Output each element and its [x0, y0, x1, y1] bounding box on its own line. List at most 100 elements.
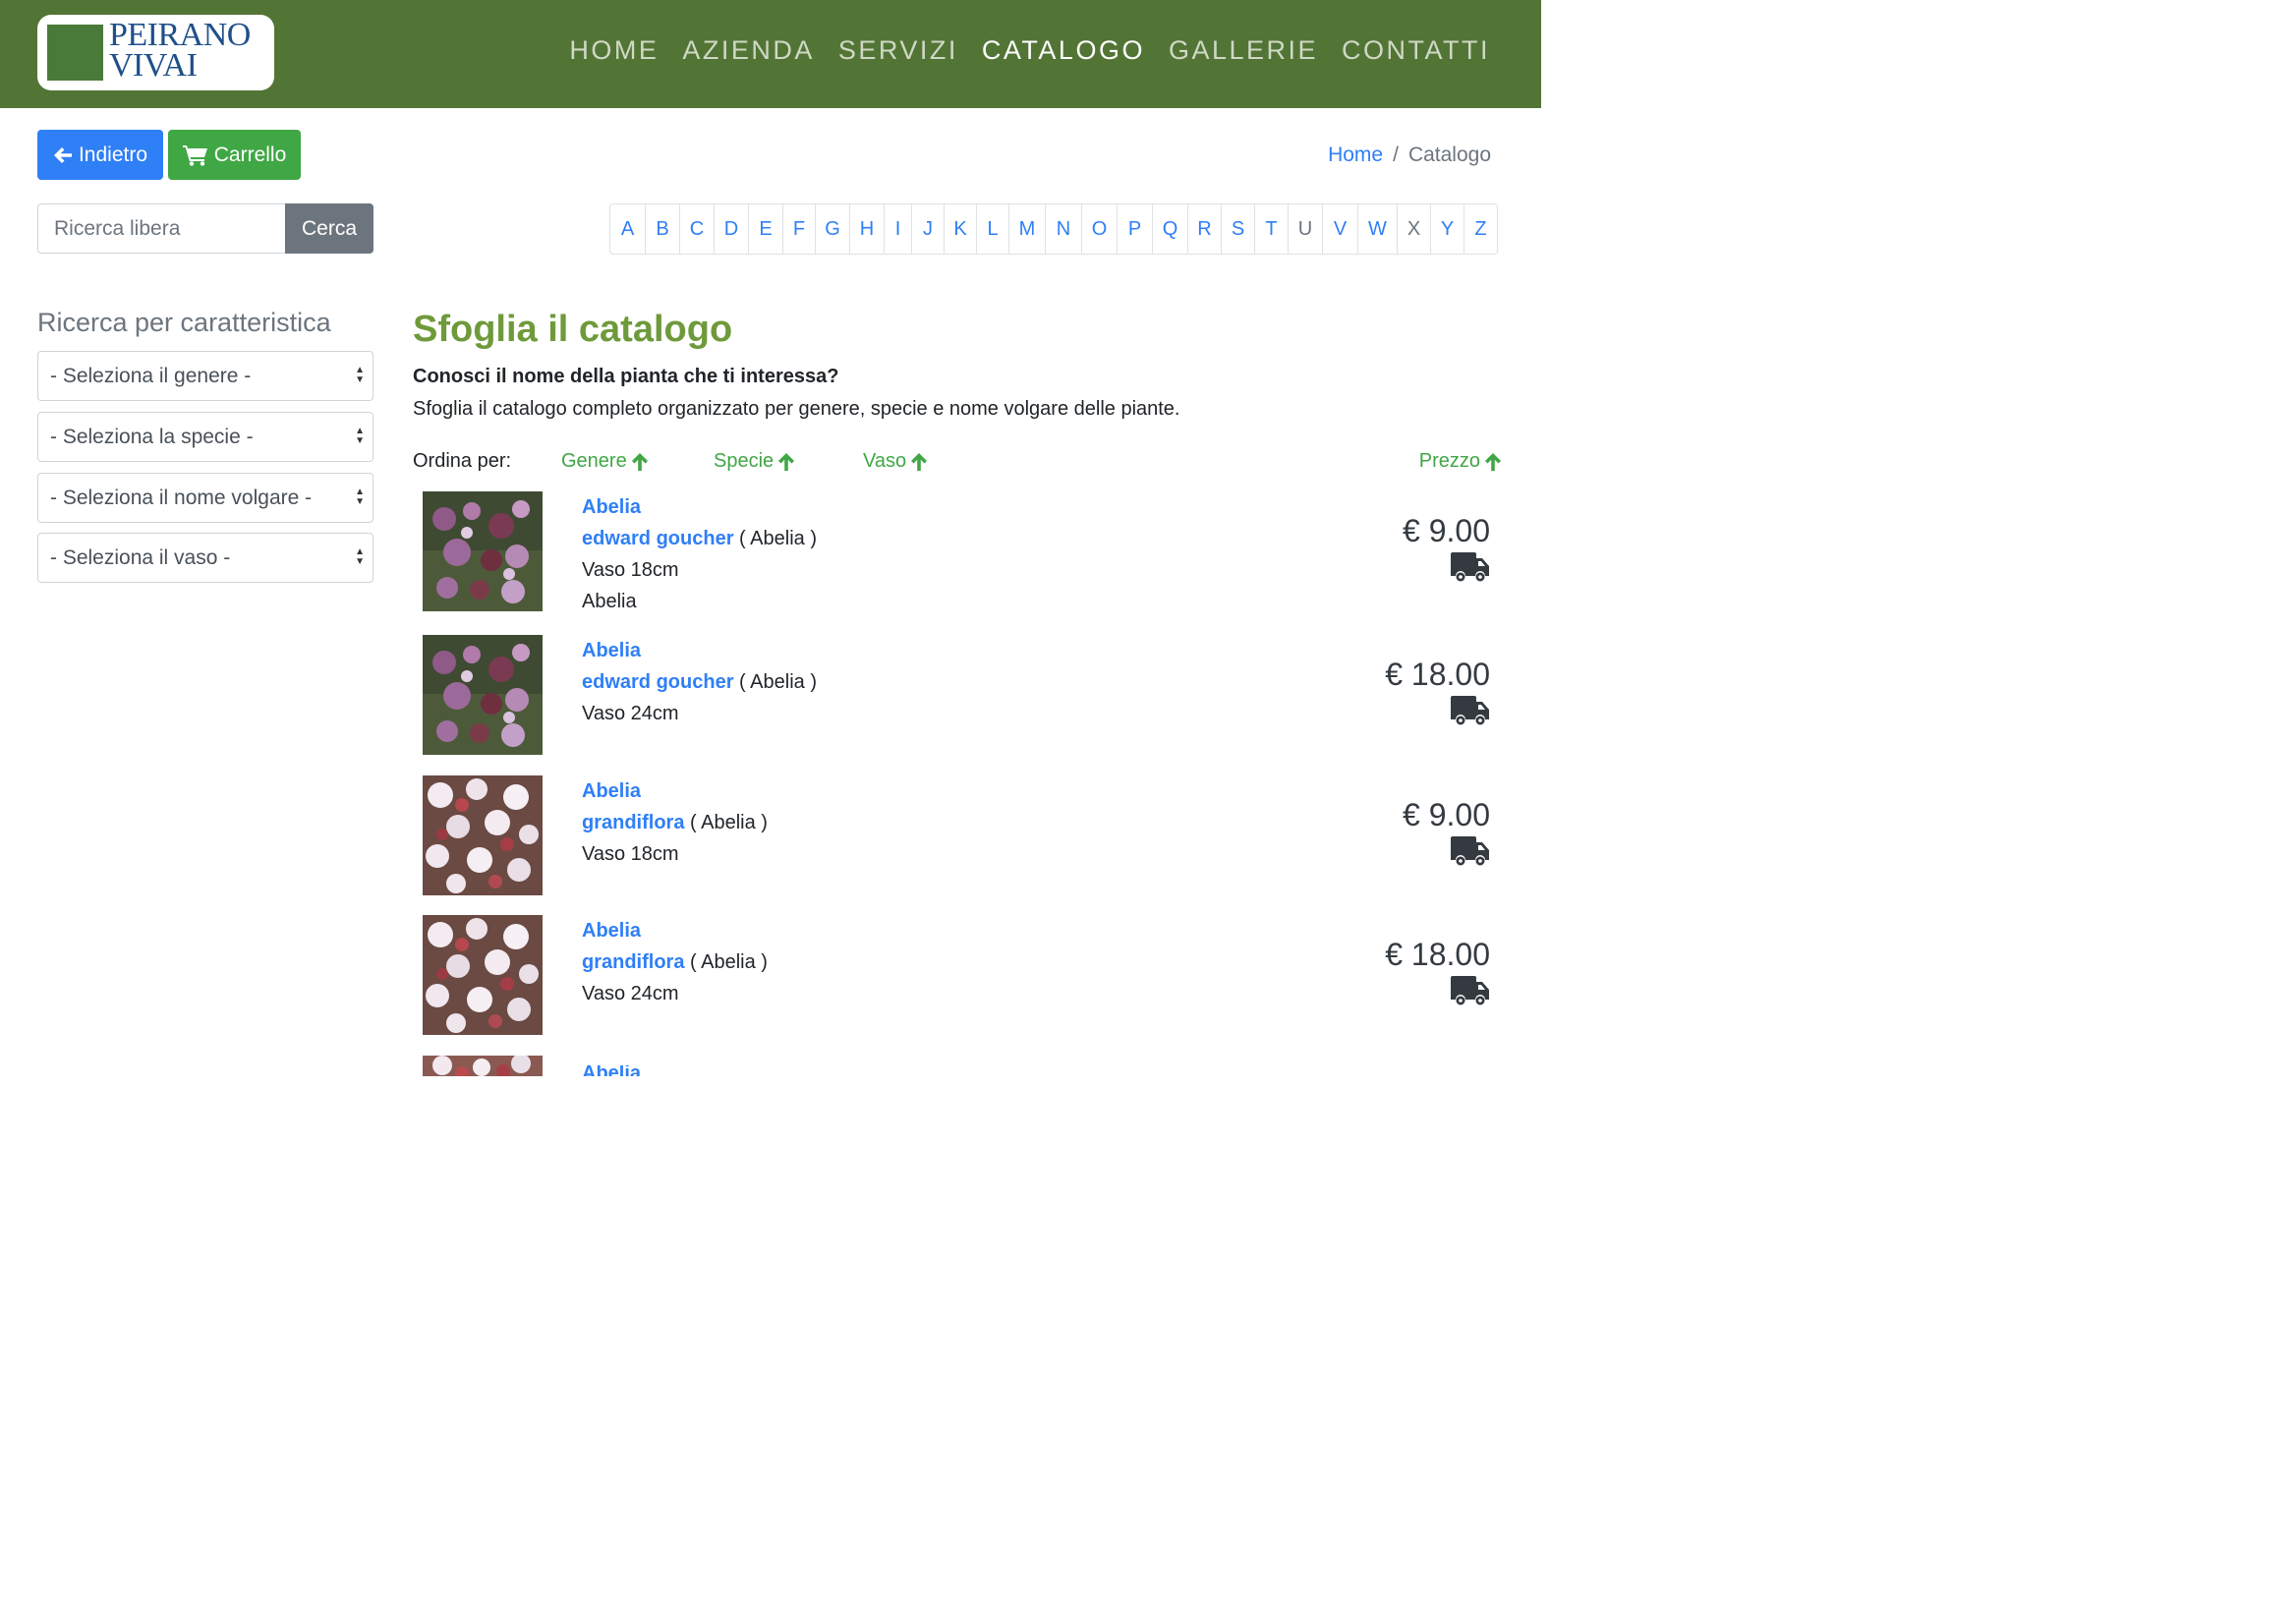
sort-genere-label: Genere	[561, 450, 627, 472]
nav-azienda[interactable]: AZIENDA	[682, 35, 815, 66]
breadcrumb-separator: /	[1393, 143, 1399, 166]
letter-k-link[interactable]: K	[944, 204, 976, 254]
product-species-link[interactable]: edward goucher	[582, 671, 733, 693]
product-species-link[interactable]: grandiflora	[582, 812, 684, 833]
arrow-left-icon	[53, 146, 72, 163]
top-header: PEIRANO VIVAI HOME AZIENDA SERVIZI CATAL…	[0, 0, 1541, 108]
alphabet-pagination: ABCDEFGHIJKLMNOPQRSTUVWXYZ	[609, 203, 1498, 255]
select-arrows-icon: ▲ ▼	[355, 487, 365, 507]
product-genus-link[interactable]: Abelia	[582, 775, 768, 807]
letter-v-link[interactable]: V	[1322, 204, 1357, 254]
page-description: Sfoglia il catalogo completo organizzato…	[413, 398, 1180, 420]
breadcrumb-home[interactable]: Home	[1328, 143, 1383, 167]
product-thumbnail-partial[interactable]	[423, 1056, 543, 1076]
letter-o-link[interactable]: O	[1081, 204, 1117, 254]
letter-a-link[interactable]: A	[610, 204, 645, 254]
letter-q-link[interactable]: Q	[1152, 204, 1187, 254]
pot-select-value: - Seleziona il vaso -	[50, 545, 231, 569]
letter-h-link[interactable]: H	[849, 204, 884, 254]
letter-n-link[interactable]: N	[1045, 204, 1081, 254]
back-button-label: Indietro	[78, 143, 148, 166]
letter-p-link[interactable]: P	[1117, 204, 1152, 254]
product-thumbnail[interactable]	[423, 915, 543, 1035]
delivery-truck-icon	[1451, 552, 1489, 582]
product-row: Abelia grandiflora ( Abelia ) Vaso 18cm € 9…	[423, 775, 1502, 895]
nav-gallerie[interactable]: GALLERIE	[1169, 35, 1318, 66]
search-input[interactable]: Ricerca libera	[37, 203, 285, 254]
letter-g-link[interactable]: G	[815, 204, 849, 254]
letter-d-link[interactable]: D	[714, 204, 748, 254]
sort-prezzo[interactable]: Prezzo	[1419, 450, 1502, 473]
page-title: Sfoglia il catalogo	[413, 309, 733, 350]
cart-button[interactable]: Carrello	[168, 130, 301, 180]
genus-select[interactable]: - Seleziona il genere - ▲ ▼	[37, 351, 373, 401]
letter-z-link[interactable]: Z	[1464, 204, 1497, 254]
letter-b-link[interactable]: B	[645, 204, 679, 254]
cart-button-label: Carrello	[213, 143, 287, 166]
sort-genere[interactable]: Genere	[561, 450, 649, 473]
arrow-up-icon	[778, 452, 795, 471]
sort-bar: Ordina per: Genere Specie Vaso Prezzo	[413, 450, 1502, 476]
letter-u-link: U	[1288, 204, 1322, 254]
letter-e-link[interactable]: E	[748, 204, 782, 254]
common-name-select[interactable]: - Seleziona il nome volgare - ▲ ▼	[37, 473, 373, 523]
product-genus-paren: ( Abelia )	[690, 951, 768, 973]
letter-t-link[interactable]: T	[1254, 204, 1288, 254]
plant-photo	[423, 635, 543, 755]
logo[interactable]: PEIRANO VIVAI	[37, 15, 274, 90]
product-genus-link[interactable]: Abelia	[582, 915, 768, 946]
cart-icon	[182, 144, 207, 166]
product-thumbnail[interactable]	[423, 635, 543, 755]
nav-catalogo[interactable]: CATALOGO	[982, 35, 1145, 66]
logo-text: PEIRANO VIVAI	[109, 19, 251, 84]
select-arrows-icon: ▲ ▼	[355, 546, 365, 567]
letter-s-link[interactable]: S	[1221, 204, 1254, 254]
arrow-up-icon	[911, 452, 928, 471]
pot-select[interactable]: - Seleziona il vaso - ▲ ▼	[37, 533, 373, 583]
product-species-link[interactable]: edward goucher	[582, 528, 733, 549]
nav-servizi[interactable]: SERVIZI	[838, 35, 958, 66]
letter-i-link[interactable]: I	[884, 204, 911, 254]
product-genus-link[interactable]: Abelia	[582, 635, 817, 666]
species-select[interactable]: - Seleziona la specie - ▲ ▼	[37, 412, 373, 462]
letter-r-link[interactable]: R	[1187, 204, 1221, 254]
common-name-select-value: - Seleziona il nome volgare -	[50, 486, 313, 509]
arrow-up-icon	[1485, 452, 1501, 471]
sort-specie[interactable]: Specie	[714, 450, 795, 473]
product-common-name: Abelia	[582, 591, 637, 612]
main-nav: HOME AZIENDA SERVIZI CATALOGO GALLERIE C…	[545, 35, 1490, 66]
nav-home[interactable]: HOME	[569, 35, 659, 66]
select-arrows-icon: ▲ ▼	[355, 365, 365, 385]
product-info: Abelia edward goucher ( Abelia ) Vaso 18cm…	[582, 491, 817, 617]
letter-x-link: X	[1397, 204, 1430, 254]
letter-j-link[interactable]: J	[911, 204, 944, 254]
logo-line-2: VIVAI	[109, 47, 198, 84]
sort-vaso-label: Vaso	[863, 450, 907, 472]
sort-specie-label: Specie	[714, 450, 775, 472]
logo-square	[47, 25, 103, 81]
product-species-link[interactable]: grandiflora	[582, 951, 684, 973]
letter-w-link[interactable]: W	[1357, 204, 1397, 254]
product-genus-partial-text[interactable]: Abelia	[582, 1065, 651, 1076]
delivery-truck-icon	[1451, 976, 1489, 1005]
letter-y-link[interactable]: Y	[1430, 204, 1464, 254]
product-thumbnail[interactable]	[423, 491, 543, 611]
product-genus-paren: ( Abelia )	[690, 812, 768, 833]
nav-contatti[interactable]: CONTATTI	[1342, 35, 1490, 66]
product-genus-paren: ( Abelia )	[739, 528, 817, 549]
product-genus-link[interactable]: Abelia	[582, 491, 817, 523]
letter-c-link[interactable]: C	[679, 204, 714, 254]
product-pot: Vaso 18cm	[582, 843, 679, 865]
letter-f-link[interactable]: F	[782, 204, 815, 254]
product-price: € 9.00	[1403, 513, 1490, 548]
back-button[interactable]: Indietro	[37, 130, 163, 180]
arrow-up-icon	[631, 452, 648, 471]
product-thumbnail[interactable]	[423, 775, 543, 895]
sidebar-title: Ricerca per caratteristica	[37, 308, 331, 337]
letter-l-link[interactable]: L	[976, 204, 1008, 254]
search-button[interactable]: Cerca	[285, 203, 373, 254]
letter-m-link[interactable]: M	[1008, 204, 1045, 254]
plant-photo	[423, 915, 543, 1035]
sort-vaso[interactable]: Vaso	[863, 450, 928, 473]
product-pot: Vaso 24cm	[582, 983, 679, 1004]
